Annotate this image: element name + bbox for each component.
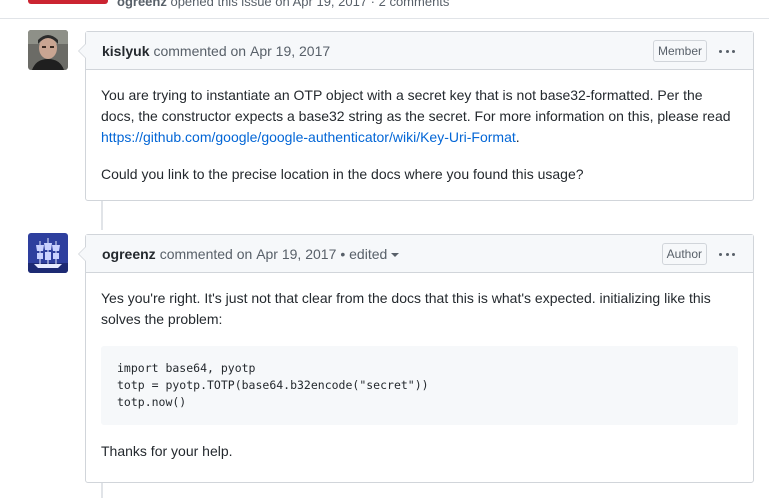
- comment-text: You are trying to instantiate an OTP obj…: [101, 87, 731, 124]
- ogreenz-avatar[interactable]: [28, 233, 68, 273]
- comment-paragraph: Thanks for your help.: [101, 443, 233, 459]
- comment-body: You are trying to instantiate an OTP obj…: [86, 70, 753, 200]
- comment-text-end: .: [515, 129, 520, 145]
- comment-options-kebab-icon[interactable]: [719, 44, 735, 58]
- author-badge: Author: [661, 243, 707, 265]
- comment-date-link[interactable]: Apr 19, 2017: [250, 43, 330, 59]
- comment-author-link[interactable]: ogreenz: [102, 246, 156, 262]
- edited-dropdown[interactable]: • edited: [340, 245, 400, 262]
- header-divider: [0, 18, 769, 19]
- issue-author-link[interactable]: ogreenz: [117, 0, 167, 9]
- comment-options-kebab-icon[interactable]: [719, 247, 735, 261]
- key-uri-format-link[interactable]: https://github.com/google/google-authent…: [101, 129, 516, 145]
- kislyuk-avatar[interactable]: [28, 30, 68, 70]
- comment-paragraph: You are trying to instantiate an OTP obj…: [101, 85, 738, 148]
- issue-header-strip: ogreenz opened this issue on Apr 19, 201…: [0, 0, 769, 9]
- comment-body: Yes you're right. It's just not that cle…: [86, 273, 753, 477]
- comment-kislyuk: kislyuk commented on Apr 19, 2017 Member…: [78, 31, 754, 201]
- comment-action-text: commented on: [159, 245, 253, 262]
- comment-paragraph: Could you link to the precise location i…: [101, 166, 584, 182]
- comment-date-link[interactable]: Apr 19, 2017: [256, 246, 336, 262]
- edited-label: • edited: [340, 245, 388, 262]
- issue-state-badge: [28, 0, 108, 4]
- code-block: import base64, pyotp totp = pyotp.TOTP(b…: [101, 346, 738, 425]
- issue-meta: ogreenz opened this issue on Apr 19, 201…: [117, 0, 449, 9]
- timeline-connector: [101, 483, 103, 498]
- comment-header: ogreenz commented on Apr 19, 2017 • edit…: [86, 235, 753, 273]
- timeline-connector: [101, 200, 103, 230]
- comment-header: kislyuk commented on Apr 19, 2017 Member: [86, 32, 753, 70]
- comment-paragraph: Yes you're right. It's just not that cle…: [101, 290, 711, 327]
- comment-author-link[interactable]: kislyuk: [102, 43, 149, 59]
- comment-ogreenz: ogreenz commented on Apr 19, 2017 • edit…: [78, 234, 754, 483]
- comment-action-text: commented on: [153, 42, 247, 59]
- ship-avatar-icon: [28, 233, 68, 273]
- member-badge: Member: [652, 40, 707, 62]
- issue-meta-text: opened this issue on Apr 19, 2017 · 2 co…: [170, 0, 450, 9]
- user-photo-avatar-icon: [28, 30, 68, 70]
- chevron-down-icon: [391, 252, 400, 257]
